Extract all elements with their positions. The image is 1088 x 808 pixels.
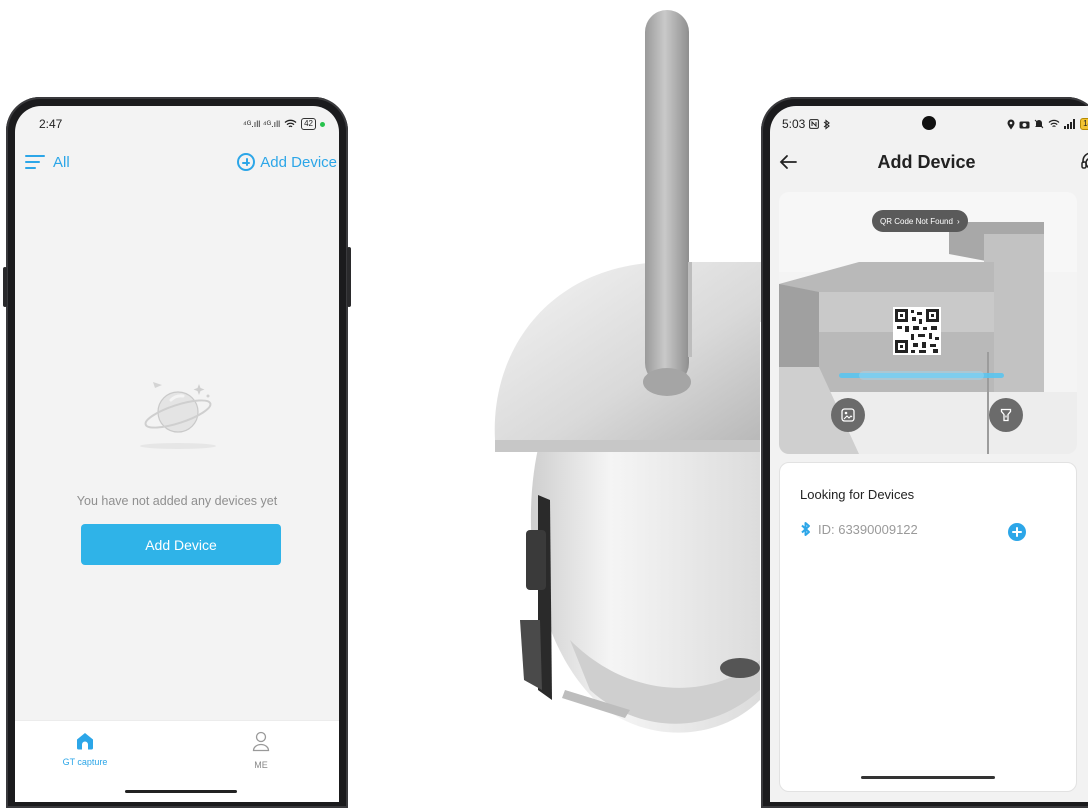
home-topbar: All Add Device	[15, 146, 339, 178]
add-device-button[interactable]: Add Device	[81, 524, 281, 565]
marketing-composite: 2:47 ⁴ᴳ.ıll ⁴ᴳ.ıll 42 All Add Device You…	[0, 0, 1088, 808]
app-home-screen: 2:47 ⁴ᴳ.ıll ⁴ᴳ.ıll 42 All Add Device You…	[15, 106, 339, 802]
bottom-tab-bar: GT capture ME	[15, 720, 339, 802]
empty-state-message: You have not added any devices yet	[76, 494, 278, 508]
status-bar: 2:47 ⁴ᴳ.ıll ⁴ᴳ.ıll 42	[15, 106, 339, 142]
add-device-link[interactable]: Add Device	[237, 153, 337, 171]
tab-label: GT capture	[62, 757, 108, 767]
nfc-icon	[809, 119, 820, 129]
plus-circle-icon	[237, 153, 256, 171]
mute-icon	[1034, 119, 1044, 129]
menu-icon	[25, 155, 45, 170]
device-id: ID: 63390009122	[818, 521, 918, 537]
gallery-icon	[841, 408, 855, 422]
status-bar: 5:03 14	[770, 106, 1088, 142]
battery-icon: 14	[1080, 118, 1088, 130]
gesture-bar	[861, 776, 995, 779]
header: Add Device	[770, 142, 1088, 182]
signal-icon: ⁴ᴳ.ıll ⁴ᴳ.ıll	[242, 119, 281, 129]
battery-icon: 42	[301, 118, 316, 130]
add-device-screen: 5:03 14 Add Device	[770, 106, 1088, 802]
flashlight-icon	[1000, 408, 1012, 422]
tab-gt-capture[interactable]: GT capture	[45, 731, 125, 767]
support-agent-icon[interactable]	[1080, 151, 1088, 173]
device-filter-button[interactable]: All	[25, 154, 70, 171]
bluetooth-status-icon	[824, 118, 831, 130]
gesture-bar	[125, 790, 237, 793]
status-time: 5:03	[782, 117, 806, 131]
camera-status-icon	[1019, 121, 1030, 128]
privacy-dot-icon	[320, 121, 325, 127]
wifi-icon	[284, 119, 297, 128]
status-icons: 14	[1007, 118, 1088, 130]
wifi-icon	[1048, 119, 1060, 128]
qr-scanner-view[interactable]: QR Code Not Found ›	[779, 192, 1077, 454]
add-device-link-label: Add Device	[260, 153, 337, 171]
qr-not-found-label: QR Code Not Found	[880, 216, 953, 226]
qr-not-found-button[interactable]: QR Code Not Found ›	[872, 210, 968, 232]
location-icon	[1007, 119, 1015, 129]
power-button	[347, 247, 351, 307]
person-icon	[252, 731, 270, 752]
camera-product-image	[494, 10, 770, 733]
bluetooth-icon	[801, 522, 810, 536]
status-icons: ⁴ᴳ.ıll ⁴ᴳ.ıll 42	[243, 118, 325, 130]
discovery-heading: Looking for Devices	[800, 487, 915, 502]
tab-label: ME	[254, 760, 268, 770]
filter-label: All	[53, 153, 70, 171]
tab-me[interactable]: ME	[221, 731, 301, 770]
page-title: Add Device	[877, 151, 976, 172]
flashlight-button[interactable]	[989, 398, 1023, 432]
status-time: 2:47	[39, 117, 63, 131]
list-item[interactable]: ID: 63390009122	[800, 521, 918, 537]
device-discovery-panel: Looking for Devices ID: 63390009122	[779, 462, 1077, 792]
chevron-right-icon: ›	[956, 216, 960, 226]
volume-button	[3, 267, 7, 307]
phone-left: 2:47 ⁴ᴳ.ıll ⁴ᴳ.ıll 42 All Add Device You…	[3, 97, 351, 808]
front-camera	[922, 116, 936, 130]
qr-code	[893, 307, 941, 355]
signal-icon	[1064, 119, 1076, 129]
phone-right: 5:03 14 Add Device	[761, 97, 1088, 808]
add-circle-icon[interactable]	[1008, 523, 1026, 541]
home-icon	[77, 733, 93, 750]
gallery-button[interactable]	[831, 398, 865, 432]
status-left-group: 5:03	[782, 117, 831, 131]
planet-icon	[140, 382, 216, 449]
